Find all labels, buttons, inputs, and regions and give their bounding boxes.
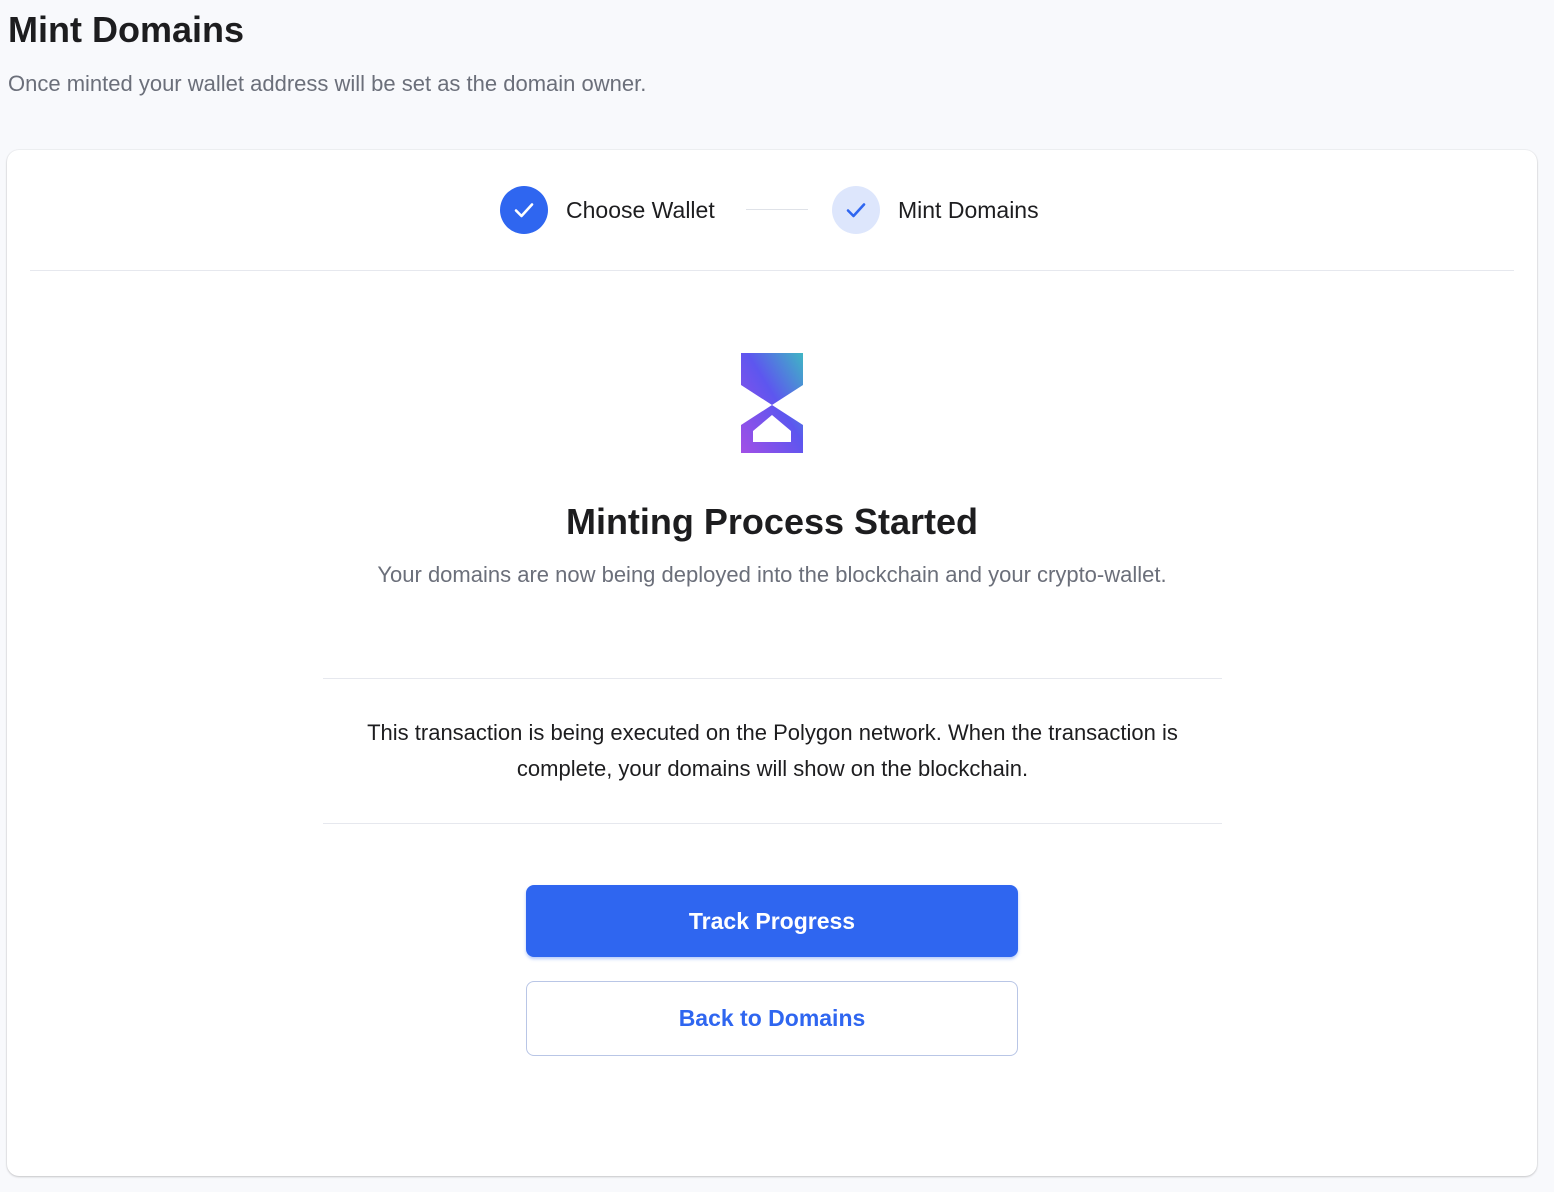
result-description: Your domains are now being deployed into… xyxy=(377,562,1167,587)
step-mint-domains-label: Mint Domains xyxy=(898,197,1039,223)
result-title: Minting Process Started xyxy=(565,501,979,542)
hourglass-icon xyxy=(741,353,803,453)
step-choose-wallet-indicator xyxy=(500,186,548,234)
page-subtitle: Once minted your wallet address will be … xyxy=(8,71,647,96)
network-info-text: This transaction is being executed on th… xyxy=(367,720,1178,781)
back-to-domains-button[interactable]: Back to Domains xyxy=(526,981,1018,1056)
check-icon xyxy=(514,203,534,218)
check-icon xyxy=(846,203,866,218)
step-connector xyxy=(746,209,808,210)
track-progress-button[interactable]: Track Progress xyxy=(526,885,1018,957)
stepper: Choose Wallet Mint Domains xyxy=(30,150,1514,271)
page-title: Mint Domains xyxy=(8,9,245,50)
step-mint-domains-indicator xyxy=(832,186,880,234)
step-choose-wallet-label: Choose Wallet xyxy=(566,197,715,223)
network-info: This transaction is being executed on th… xyxy=(323,678,1222,824)
mint-card: Choose Wallet Mint Domains Minting Proce… xyxy=(7,150,1537,1176)
